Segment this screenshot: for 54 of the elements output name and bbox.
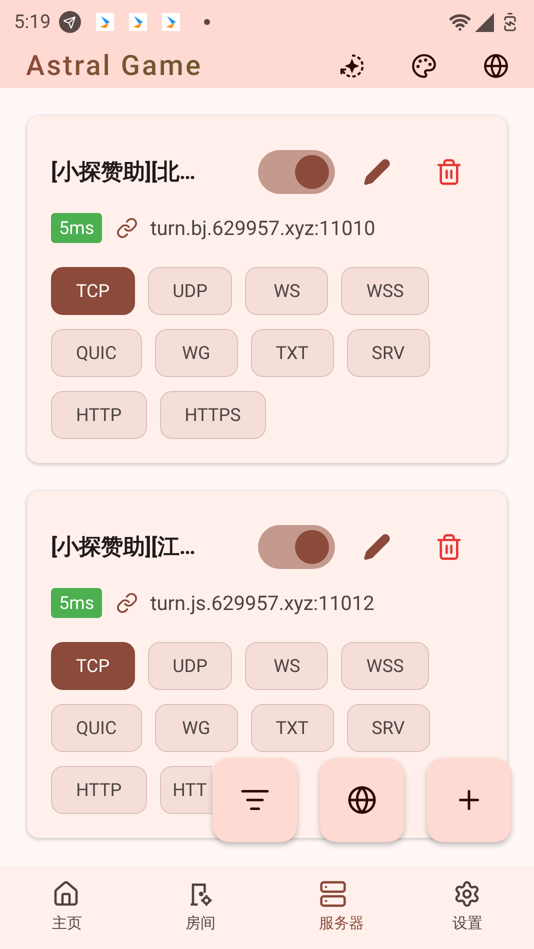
protocol-chip[interactable]: WSS [341, 267, 429, 315]
server-address: turn.js.629957.xyz:11012 [150, 590, 374, 617]
protocol-chip[interactable]: TCP [51, 267, 135, 315]
latency-badge: 5ms [51, 213, 102, 243]
server-name: [小探赞助][江… [51, 534, 197, 562]
wifi-icon [449, 11, 471, 33]
protocol-chip[interactable]: QUIC [51, 329, 142, 377]
link-icon [116, 592, 138, 614]
nav-item[interactable]: 房间 [134, 866, 267, 949]
globe-icon [347, 785, 377, 815]
protocol-chip[interactable]: TXT [250, 329, 334, 377]
protocol-chip[interactable]: QUIC [51, 704, 142, 752]
protocol-chip[interactable]: HTTP [51, 766, 147, 814]
protocol-chip[interactable]: UDP [148, 642, 232, 690]
protocol-chip[interactable]: WS [245, 642, 328, 690]
nav-item[interactable]: 服务器 [267, 866, 400, 949]
protocol-chip[interactable]: WS [245, 267, 328, 315]
palette-icon [411, 53, 437, 79]
signal-icon [475, 12, 494, 32]
sort-button[interactable] [213, 758, 297, 842]
link-icon [116, 217, 138, 239]
telegram-icon [58, 11, 81, 33]
app-icon [96, 13, 114, 31]
protocol-chip[interactable]: WSS [341, 642, 429, 690]
toggle-switch[interactable] [258, 525, 335, 569]
nav-item[interactable]: 设置 [400, 866, 534, 949]
server-icon [319, 880, 347, 908]
trash-icon [435, 158, 463, 186]
latency-badge: 5ms [51, 588, 102, 618]
server-address: turn.bj.629957.xyz:11010 [150, 215, 376, 242]
app-icon [128, 13, 147, 31]
app-icon [162, 13, 180, 31]
protocol-chip[interactable]: HTTPS [160, 391, 266, 439]
protocol-chip[interactable]: HTTP [51, 391, 147, 439]
globe-button[interactable] [320, 758, 404, 842]
protocol-chip[interactable]: WG [154, 329, 238, 377]
nav-item[interactable]: 主页 [0, 866, 134, 949]
protocol-chip[interactable]: UDP [148, 267, 232, 315]
toggle-switch[interactable] [258, 150, 335, 194]
protocol-chip[interactable]: HTT [160, 766, 212, 814]
pencil-icon [363, 158, 391, 186]
protocol-chip[interactable]: WG [154, 704, 238, 752]
protocol-chip[interactable]: SRV [346, 329, 430, 377]
server-name: [小探赞助][北… [51, 158, 197, 186]
protocol-chip[interactable]: TXT [250, 704, 334, 752]
sparkle-refresh-icon [338, 52, 366, 80]
trash-icon [435, 533, 463, 561]
protocol-chip[interactable]: TCP [51, 642, 135, 690]
settings-icon [452, 880, 480, 908]
status-time: 5:19 [14, 8, 51, 35]
globe-icon [483, 53, 509, 79]
pencil-icon [363, 533, 391, 561]
home-icon [52, 880, 80, 908]
protocol-chip[interactable]: SRV [346, 704, 430, 752]
